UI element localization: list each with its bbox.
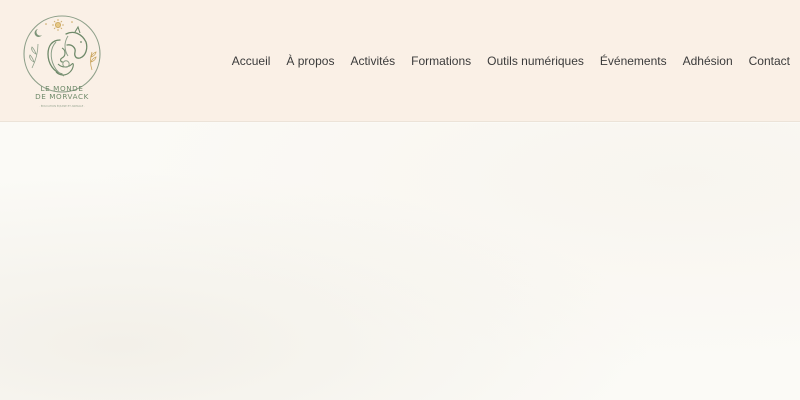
nav-item-a-propos[interactable]: À propos: [286, 54, 334, 68]
logo-title-line2: DE MORVACK: [35, 92, 89, 101]
nav-item-accueil[interactable]: Accueil: [232, 54, 271, 68]
main-navigation: Accueil À propos Activités Formations Ou…: [232, 52, 800, 70]
nav-item-outils-numeriques[interactable]: Outils numériques: [487, 54, 584, 68]
nav-item-contact[interactable]: Contact: [749, 54, 790, 68]
nav-item-activites[interactable]: Activités: [350, 54, 395, 68]
logo-tagline: · ÉDUCATION ÉQUINE ET ANIMALE ·: [39, 103, 85, 108]
hero-section: [0, 123, 800, 400]
nav-item-evenements[interactable]: Événements: [600, 54, 667, 68]
horse-woman-emblem-icon: LE MONDE DE MORVACK · ÉDUCATION ÉQUINE E…: [23, 15, 101, 108]
site-logo[interactable]: LE MONDE DE MORVACK · ÉDUCATION ÉQUINE E…: [20, 12, 104, 112]
nav-item-adhesion[interactable]: Adhésion: [683, 54, 733, 68]
site-header: LE MONDE DE MORVACK · ÉDUCATION ÉQUINE E…: [0, 0, 800, 122]
nav-item-formations[interactable]: Formations: [411, 54, 471, 68]
